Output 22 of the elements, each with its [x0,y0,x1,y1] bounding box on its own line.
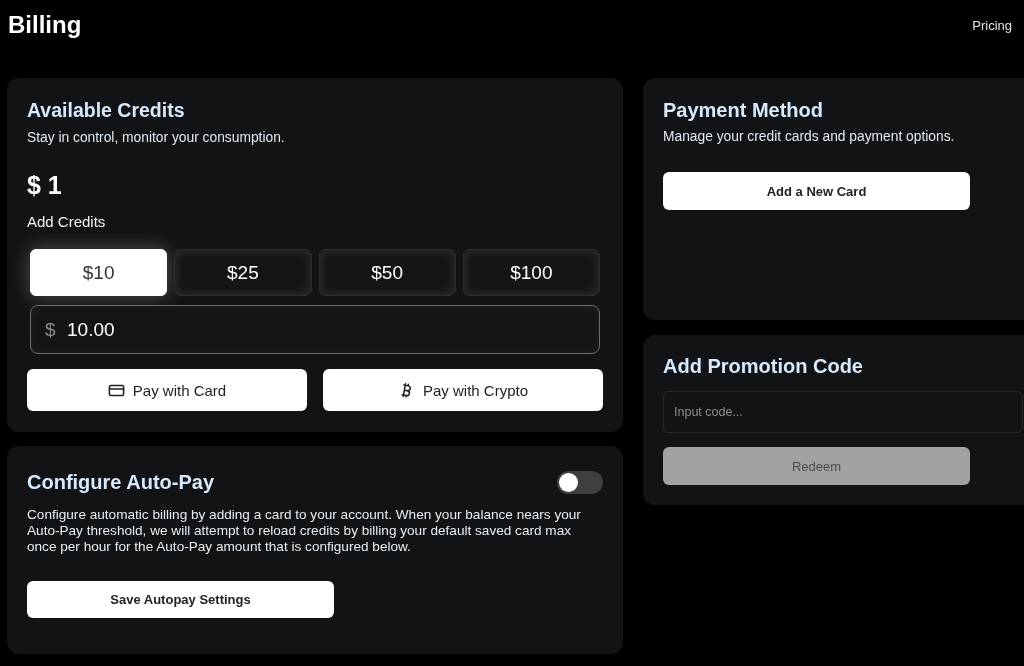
card-title: Add Promotion Code [663,354,864,378]
card-subtitle: Manage your credit cards and payment options. [663,129,956,145]
currency-symbol: $ [45,318,56,341]
promo-code-input[interactable]: Input code... [663,391,1023,433]
add-credits-label: Add Credits [27,212,107,232]
amount-option[interactable]: $10 [30,249,168,296]
autopay-description: Configure automatic billing by adding a card to your account. When your balance nears your Auto-Pay threshold, we will attempt to reload credits by billing your default saved card max once per hour for the Auto-Pay amount that is configured below. [27,507,582,555]
amount-option[interactable]: $50 [318,249,456,296]
amount-option[interactable]: $100 [462,249,600,296]
card-title: Available Credits [27,98,186,122]
add-card-button[interactable]: Add a New Card [663,172,970,210]
autopay-toggle[interactable] [557,470,603,494]
credit-balance: $ 1 [27,170,63,200]
pricing-link[interactable]: Pricing [972,17,1012,33]
card-subtitle: Stay in control, monitor your consumption. [27,130,286,146]
page-title: Billing [8,11,82,39]
pay-button[interactable]: Pay with Crypto [323,369,603,411]
pay-button[interactable]: Pay with Card [27,369,307,411]
card-title: Payment Method [663,98,825,122]
card-title: Configure Auto-Pay [27,470,215,494]
amount-option[interactable]: $25 [174,249,312,296]
save-autopay-button[interactable]: Save Autopay Settings [27,581,334,618]
